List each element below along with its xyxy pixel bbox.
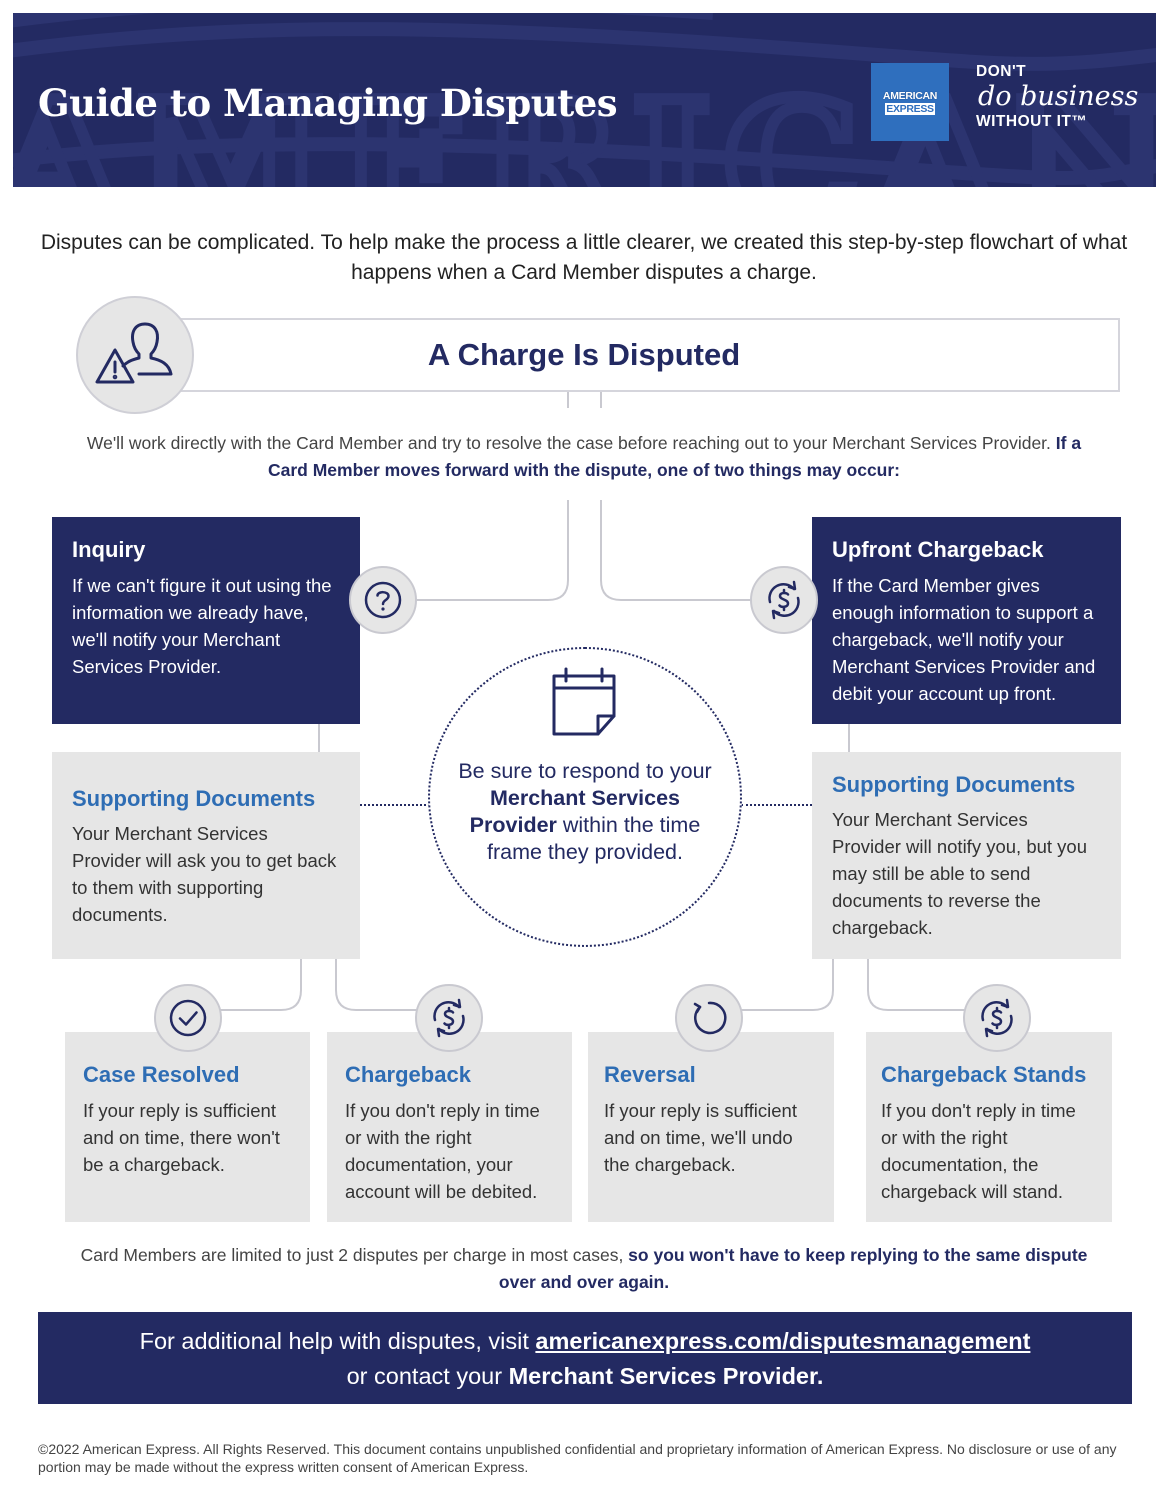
outcome-text: If you don't reply in time or with the r… bbox=[881, 1100, 1076, 1202]
copyright-notice: ©2022 American Express. All Rights Reser… bbox=[38, 1441, 1117, 1475]
connector bbox=[318, 724, 320, 752]
tagline-line3: WITHOUT IT™ bbox=[976, 113, 1088, 130]
inquiry-icon-circle bbox=[349, 566, 417, 634]
help-line2: or contact your Merchant Services Provid… bbox=[38, 1359, 1132, 1394]
upfront-text: If the Card Member gives enough informat… bbox=[832, 575, 1096, 704]
person-warning-icon bbox=[95, 322, 173, 384]
outcome-text: If you don't reply in time or with the r… bbox=[345, 1100, 540, 1202]
upfront-chargeback-box: Upfront Chargeback If the Card Member gi… bbox=[812, 517, 1121, 724]
outcome-chargeback: Chargeback If you don't reply in time or… bbox=[327, 1032, 572, 1222]
intro-text: Disputes can be complicated. To help mak… bbox=[40, 231, 1128, 284]
connector bbox=[848, 724, 850, 752]
tagline-line2: do business bbox=[978, 81, 1139, 112]
reminder-text: Be sure to respond to your Merchant Serv… bbox=[452, 758, 718, 866]
charge-disputed-title: A Charge Is Disputed bbox=[427, 337, 741, 372]
dollar-cycle-icon bbox=[981, 998, 1013, 1038]
checkmark-icon bbox=[169, 999, 207, 1037]
upfront-title: Upfront Chargeback bbox=[832, 537, 1044, 562]
outcome-title: Chargeback bbox=[345, 1062, 471, 1087]
calendar-icon bbox=[552, 667, 616, 736]
help-line2-bold: Merchant Services Provider. bbox=[508, 1363, 824, 1389]
outcome-title: Reversal bbox=[604, 1062, 696, 1087]
dotted-connector-right bbox=[741, 804, 812, 806]
supporting-documents-right-box: Supporting Documents Your Merchant Servi… bbox=[812, 752, 1121, 959]
dispute-description: We'll work directly with the Card Member… bbox=[80, 430, 1088, 484]
limit-plain: Card Members are limited to just 2 dispu… bbox=[80, 1245, 629, 1265]
supporting-left-text: Your Merchant Services Provider will ask… bbox=[72, 823, 337, 925]
supporting-documents-left-box: Supporting Documents Your Merchant Servi… bbox=[52, 752, 360, 959]
disputes-management-link[interactable]: americanexpress.com/disputesmanagement bbox=[535, 1328, 1030, 1354]
inquiry-box: Inquiry If we can't figure it out using … bbox=[52, 517, 360, 724]
help-line2-prefix: or contact your bbox=[346, 1363, 509, 1389]
reminder-text-a: Be sure to respond to your bbox=[458, 759, 712, 783]
dispute-limit-note: Card Members are limited to just 2 dispu… bbox=[60, 1242, 1108, 1296]
outcome-reversal: Reversal If your reply is sufficient and… bbox=[588, 1032, 834, 1222]
outcome-icon-circle bbox=[154, 984, 222, 1052]
outcome-text: If your reply is sufficient and on time,… bbox=[83, 1100, 280, 1175]
inquiry-text: If we can't figure it out using the info… bbox=[72, 575, 332, 677]
header-banner: AMERICAN EXPRESS Guide to Managing Dispu… bbox=[13, 13, 1156, 187]
charge-disputed-icon-circle bbox=[76, 296, 194, 414]
page-title: Guide to Managing Disputes bbox=[38, 81, 618, 125]
help-banner: For additional help with disputes, visit… bbox=[38, 1312, 1132, 1404]
logo-line1: AMERICAN bbox=[882, 89, 938, 102]
outcome-icon-circle bbox=[415, 984, 483, 1052]
help-line1-prefix: For additional help with disputes, visit bbox=[139, 1328, 536, 1354]
connector bbox=[600, 392, 602, 408]
inquiry-title: Inquiry bbox=[72, 537, 146, 562]
supporting-left-title: Supporting Documents bbox=[72, 786, 316, 811]
outcome-chargeback-stands: Chargeback Stands If you don't reply in … bbox=[866, 1032, 1112, 1222]
dollar-cycle-icon bbox=[768, 580, 800, 620]
outcome-icon-circle bbox=[963, 984, 1031, 1052]
amex-logo[interactable]: AMERICAN EXPRESS bbox=[871, 63, 949, 141]
question-icon bbox=[364, 581, 402, 619]
supporting-right-title: Supporting Documents bbox=[832, 772, 1076, 797]
tagline-line1: DON'T bbox=[976, 63, 1027, 80]
supporting-right-text: Your Merchant Services Provider will not… bbox=[832, 809, 1088, 938]
connector bbox=[567, 392, 569, 408]
outcome-title: Chargeback Stands bbox=[881, 1062, 1087, 1087]
dollar-cycle-icon bbox=[433, 998, 465, 1038]
undo-icon bbox=[693, 1001, 727, 1035]
outcome-text: If your reply is sufficient and on time,… bbox=[604, 1100, 797, 1175]
dotted-connector-left bbox=[360, 804, 430, 806]
outcome-case-resolved: Case Resolved If your reply is sufficien… bbox=[65, 1032, 310, 1222]
logo-line2: EXPRESS bbox=[885, 102, 935, 115]
outcome-icon-circle bbox=[675, 984, 743, 1052]
branch-connectors bbox=[400, 500, 780, 601]
help-line1: For additional help with disputes, visit… bbox=[38, 1324, 1132, 1359]
outcome-connectors bbox=[190, 958, 970, 1011]
outcome-title: Case Resolved bbox=[83, 1062, 240, 1087]
upfront-icon-circle bbox=[750, 566, 818, 634]
tagline: DON'T do business WITHOUT IT™ bbox=[976, 63, 1138, 131]
dispute-description-plain: We'll work directly with the Card Member… bbox=[86, 433, 1051, 453]
